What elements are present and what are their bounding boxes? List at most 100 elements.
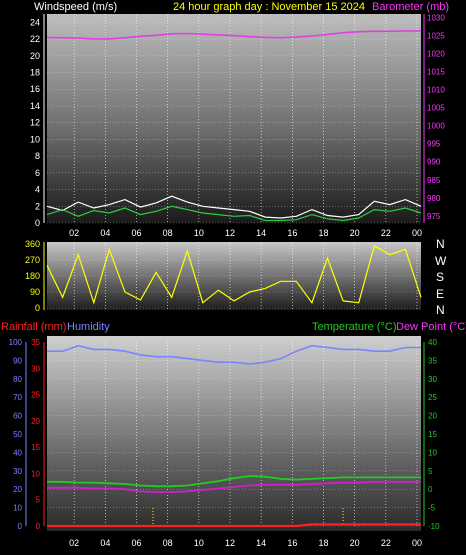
y-tick-label-barometer: 1000 bbox=[427, 122, 445, 131]
y-tick-label-direction: 90 bbox=[30, 287, 40, 297]
x-tick-label: 16 bbox=[287, 228, 297, 238]
y-tick-label-barometer: 1030 bbox=[427, 14, 445, 23]
x-tick-label: 04 bbox=[100, 228, 110, 238]
y-tick-label-temperature: 20 bbox=[428, 412, 437, 421]
y-tick-label-rainfall: 35 bbox=[31, 338, 40, 347]
barometer-title: Barometer (mb) bbox=[372, 1, 449, 13]
y-tick-label-rainfall: 0 bbox=[36, 522, 41, 531]
y-tick-label-barometer: 995 bbox=[427, 140, 441, 149]
x-tick-label: 18 bbox=[318, 228, 328, 238]
y-tick-label-temperature: 30 bbox=[428, 375, 437, 384]
y-tick-label-humidity: 90 bbox=[13, 356, 22, 365]
dewpoint-title: Dew Point (°C) bbox=[396, 321, 466, 333]
rainfall-title: Rainfall (mm) bbox=[1, 321, 66, 333]
temp-hum-plot-area bbox=[47, 336, 421, 531]
x-tick-label: 20 bbox=[350, 228, 360, 238]
x-tick-label: 12 bbox=[225, 538, 235, 548]
x-tick-label: 16 bbox=[287, 538, 297, 548]
x-tick-label: 02 bbox=[69, 228, 79, 238]
y-tick-label-humidity: 40 bbox=[13, 448, 22, 457]
y-tick-label-wind: 18 bbox=[30, 68, 40, 78]
x-tick-label: 08 bbox=[163, 538, 173, 548]
compass-n-bottom: N bbox=[436, 303, 445, 317]
compass-e: E bbox=[436, 287, 444, 301]
temperature-title: Temperature (°C) bbox=[312, 321, 396, 333]
y-tick-label-temperature: -10 bbox=[428, 522, 440, 531]
y-tick-label-temperature: 10 bbox=[428, 448, 437, 457]
y-tick-label-temperature: 5 bbox=[428, 467, 433, 476]
x-tick-label: 10 bbox=[194, 228, 204, 238]
compass-w: W bbox=[435, 254, 447, 268]
y-tick-label-barometer: 1010 bbox=[427, 86, 445, 95]
y-tick-label-humidity: 30 bbox=[13, 467, 22, 476]
y-tick-label-humidity: 70 bbox=[13, 393, 22, 402]
x-tick-label: 00 bbox=[412, 538, 422, 548]
y-tick-label-wind: 24 bbox=[30, 17, 40, 27]
y-tick-label-barometer: 975 bbox=[427, 212, 441, 221]
weather-graph: 0246810121416182022249759809859909951000… bbox=[1, 1, 466, 548]
y-tick-label-humidity: 100 bbox=[9, 338, 23, 347]
x-tick-label: 14 bbox=[256, 228, 266, 238]
y-tick-label-temperature: -5 bbox=[428, 504, 436, 513]
x-tick-label: 04 bbox=[100, 538, 110, 548]
y-tick-label-temperature: 15 bbox=[428, 430, 437, 439]
y-tick-label-humidity: 10 bbox=[13, 504, 22, 513]
y-tick-label-rainfall: 10 bbox=[31, 469, 40, 478]
y-tick-label-direction: 0 bbox=[35, 303, 40, 313]
y-tick-label-temperature: 25 bbox=[428, 393, 437, 402]
y-tick-label-barometer: 1015 bbox=[427, 68, 445, 77]
y-tick-label-temperature: 0 bbox=[428, 485, 433, 494]
y-tick-label-barometer: 1025 bbox=[427, 32, 445, 41]
y-tick-label-temperature: 40 bbox=[428, 338, 437, 347]
windspeed-title: Windspeed (m/s) bbox=[34, 1, 117, 13]
y-tick-label-wind: 0 bbox=[35, 218, 40, 228]
wind-pressure-plot-area bbox=[47, 14, 421, 223]
x-tick-label: 00 bbox=[412, 228, 422, 238]
y-tick-label-barometer: 1020 bbox=[427, 50, 445, 59]
compass-s: S bbox=[436, 270, 444, 284]
y-tick-label-wind: 2 bbox=[35, 201, 40, 211]
y-tick-label-wind: 6 bbox=[35, 168, 40, 178]
y-tick-label-humidity: 0 bbox=[18, 522, 23, 531]
x-tick-label: 22 bbox=[381, 538, 391, 548]
y-tick-label-wind: 22 bbox=[30, 34, 40, 44]
x-tick-label: 06 bbox=[131, 538, 141, 548]
x-tick-label: 18 bbox=[318, 538, 328, 548]
y-tick-label-rainfall: 30 bbox=[31, 364, 40, 373]
y-tick-label-rainfall: 15 bbox=[31, 443, 40, 452]
x-tick-label: 14 bbox=[256, 538, 266, 548]
y-tick-label-barometer: 980 bbox=[427, 194, 441, 203]
chart-title: 24 hour graph day : November 15 2024 bbox=[173, 1, 365, 13]
y-tick-label-temperature: 35 bbox=[428, 356, 437, 365]
x-tick-label: 20 bbox=[350, 538, 360, 548]
y-tick-label-direction: 270 bbox=[25, 255, 40, 265]
y-tick-label-wind: 14 bbox=[30, 101, 40, 111]
y-tick-label-humidity: 80 bbox=[13, 375, 22, 384]
y-tick-label-rainfall: 5 bbox=[36, 496, 41, 505]
y-tick-label-wind: 12 bbox=[30, 118, 40, 128]
x-tick-label: 10 bbox=[194, 538, 204, 548]
y-tick-label-direction: 180 bbox=[25, 271, 40, 281]
y-tick-label-rainfall: 20 bbox=[31, 417, 40, 426]
y-tick-label-wind: 4 bbox=[35, 185, 40, 195]
y-tick-label-barometer: 990 bbox=[427, 158, 441, 167]
y-tick-label-barometer: 1005 bbox=[427, 104, 445, 113]
y-tick-label-wind: 8 bbox=[35, 151, 40, 161]
y-tick-label-humidity: 60 bbox=[13, 412, 22, 421]
y-tick-label-rainfall: 25 bbox=[31, 391, 40, 400]
x-tick-label: 12 bbox=[225, 228, 235, 238]
compass-n-top: N bbox=[436, 237, 445, 251]
y-tick-label-barometer: 985 bbox=[427, 176, 441, 185]
y-tick-label-wind: 16 bbox=[30, 84, 40, 94]
y-tick-label-humidity: 20 bbox=[13, 485, 22, 494]
x-tick-label: 22 bbox=[381, 228, 391, 238]
humidity-title: Humidity bbox=[67, 321, 110, 333]
x-tick-label: 06 bbox=[131, 228, 141, 238]
y-tick-label-wind: 10 bbox=[30, 134, 40, 144]
x-tick-label: 08 bbox=[163, 228, 173, 238]
wind-direction-axes: 0 90 180 270 360 bbox=[25, 239, 45, 313]
y-tick-label-humidity: 50 bbox=[13, 430, 22, 439]
y-tick-label-wind: 20 bbox=[30, 51, 40, 61]
y-tick-label-direction: 360 bbox=[25, 239, 40, 249]
x-tick-label: 02 bbox=[69, 538, 79, 548]
